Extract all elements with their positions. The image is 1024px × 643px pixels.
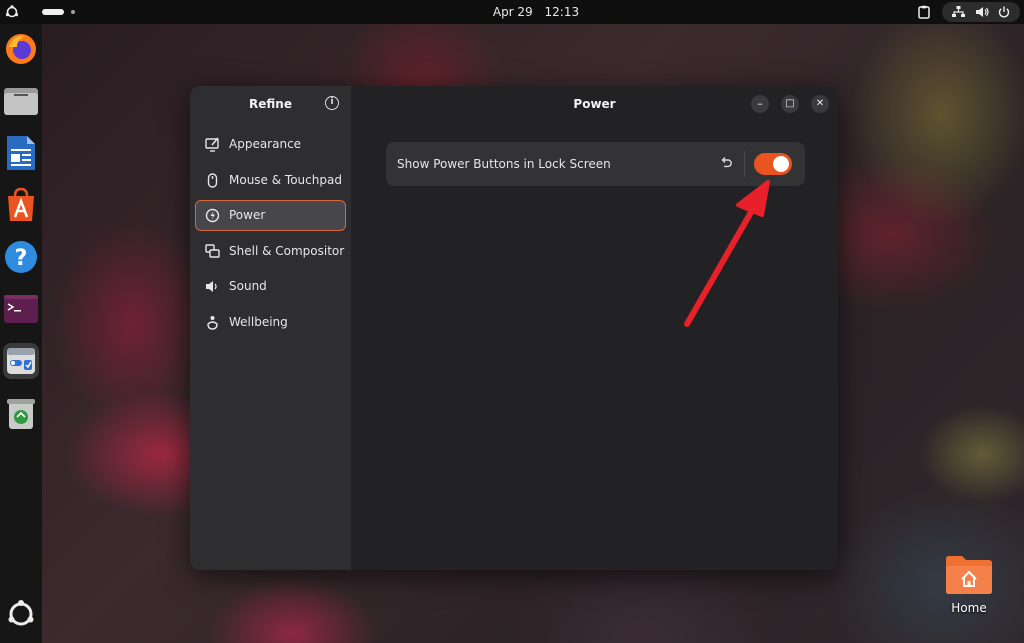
appearance-icon [205,137,219,152]
mouse-icon [207,173,218,188]
network-icon [952,6,965,17]
show-apps-icon [8,600,34,626]
clock-date: Apr 29 [492,5,533,19]
power-buttons-toggle[interactable] [754,153,792,175]
setting-label: Show Power Buttons in Lock Screen [397,157,611,171]
power-bolt-icon [205,208,220,223]
dock-files[interactable] [3,83,39,119]
sidebar-item-power[interactable]: Power [195,200,346,231]
separator [744,151,745,177]
info-button[interactable]: i [325,96,339,110]
refine-app-icon [7,348,35,374]
annotation-arrow [684,180,770,327]
firefox-icon [6,34,36,64]
trash-icon [7,399,35,429]
dock-firefox[interactable] [3,31,39,67]
terminal-icon [4,295,38,323]
sidebar: Refine i Appearance Mouse & Touchpad Pow… [190,86,351,570]
home-label: Home [951,601,987,615]
sidebar-item-shell-compositor[interactable]: Shell & Compositor [195,236,346,267]
sidebar-item-label: Shell & Compositor [229,244,345,258]
dock-show-apps[interactable] [3,596,39,632]
sidebar-item-label: Power [229,208,266,222]
dock-help[interactable]: ? [3,239,39,275]
files-icon [4,88,38,115]
sidebar-item-label: Wellbeing [229,315,288,329]
dock: ? [0,24,42,643]
system-menu[interactable] [942,2,1020,22]
clipboard-icon[interactable] [918,5,930,19]
help-icon: ? [5,241,37,273]
sidebar-item-label: Sound [229,279,267,293]
dock-libreoffice-writer[interactable] [3,135,39,171]
toggle-knob [773,156,789,172]
sidebar-item-mouse-touchpad[interactable]: Mouse & Touchpad [195,165,346,196]
reset-icon[interactable] [719,156,733,170]
clock-time: 12:13 [544,5,580,19]
app-center-icon [8,187,34,221]
sidebar-item-sound[interactable]: Sound [195,271,346,302]
svg-text:?: ? [15,246,28,271]
top-bar: Apr 29 12:13 [0,0,1024,24]
power-icon [998,6,1010,18]
dock-refine[interactable] [3,343,39,379]
volume-icon [976,7,989,17]
wellbeing-icon [207,316,218,330]
windows-icon [205,244,220,258]
dock-app-center[interactable] [3,187,39,223]
dock-terminal[interactable] [3,291,39,327]
minimize-button[interactable]: – [751,95,769,113]
maximize-button[interactable]: □ [781,95,799,113]
close-button[interactable]: ✕ [811,95,829,113]
dock-trash[interactable] [3,395,39,431]
libreoffice-writer-icon [7,136,35,170]
home-folder-icon[interactable] [945,555,993,595]
sidebar-item-wellbeing[interactable]: Wellbeing [195,307,346,338]
sidebar-item-label: Mouse & Touchpad [229,173,342,187]
speaker-icon [206,281,217,292]
sidebar-item-label: Appearance [229,137,302,151]
refine-window: Refine i Appearance Mouse & Touchpad Pow… [190,86,838,570]
clock[interactable]: Apr 29 12:13 [0,5,1024,19]
sidebar-item-appearance[interactable]: Appearance [195,129,346,160]
content-pane: Power – □ ✕ Show Power Buttons in Lock S… [351,86,838,570]
